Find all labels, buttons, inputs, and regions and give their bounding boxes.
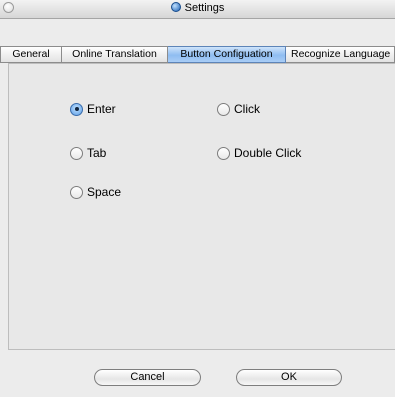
radio-tab-label: Tab	[87, 146, 107, 160]
cancel-button[interactable]: Cancel	[94, 369, 201, 386]
tab-online-translation[interactable]: Online Translation	[62, 46, 168, 63]
radio-button-selected-icon	[70, 102, 83, 116]
tab-recognize-language[interactable]: Recognize Language	[286, 46, 395, 63]
radio-space-label: Space	[87, 185, 122, 199]
radio-click-label: Click	[234, 102, 260, 116]
app-globe-icon	[170, 2, 181, 12]
radio-enter[interactable]: Enter	[70, 102, 116, 116]
radio-button-icon	[217, 146, 230, 160]
tab-general[interactable]: General	[0, 46, 62, 63]
title-bar: Settings	[0, 0, 395, 19]
radio-click[interactable]: Click	[217, 102, 260, 116]
radio-button-icon	[70, 146, 83, 160]
radio-double-click[interactable]: Double Click	[217, 146, 301, 160]
window-title: Settings	[0, 2, 395, 15]
ok-button[interactable]: OK	[236, 369, 342, 386]
radio-button-icon	[217, 102, 230, 116]
tab-bar: General Online Translation Button Config…	[0, 46, 395, 63]
radio-space[interactable]: Space	[70, 185, 121, 199]
radio-button-icon	[70, 185, 83, 199]
tab-button-configuation[interactable]: Button Configuation	[168, 46, 286, 63]
radio-double-click-label: Double Click	[234, 146, 302, 160]
window-title-text: Settings	[184, 2, 225, 14]
radio-tab[interactable]: Tab	[70, 146, 106, 160]
settings-panel	[8, 63, 395, 350]
radio-enter-label: Enter	[87, 102, 116, 116]
